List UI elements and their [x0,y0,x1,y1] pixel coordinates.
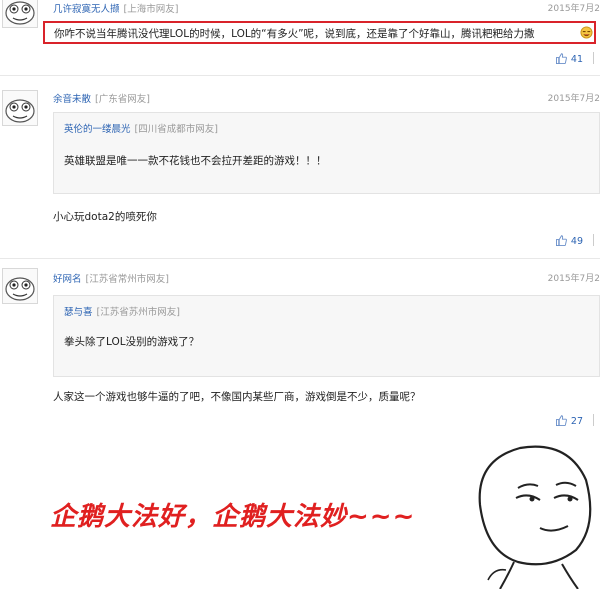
comment-date: 2015年7月2 [547,274,600,284]
divider-mark [593,52,594,64]
highlight-box: 你咋不说当年腾讯没代理LOL的时候，LOL的“有多火”呢，说到底，还是靠了个好靠… [43,21,596,44]
avatar[interactable] [2,268,38,304]
comment-divider [0,258,600,259]
meme-face-icon [478,445,592,589]
user-location: [江苏省常州市网友] [85,274,169,285]
comment-2: 余音未散 [广东省网友] 2015年7月2 英伦的一缕晨光 [四川省成都市网友] 英… [0,88,600,258]
quoted-comment: 瑟与喜 [江苏省苏州市网友] 拳头除了LOL没别的游戏了？ [53,295,600,377]
comment-date: 2015年7月2 [547,4,600,14]
meme-caption: 企鹅大法好，企鹅大法妙~~~ [50,502,416,532]
comment-divider [0,75,600,76]
comment-username[interactable]: 余音未散 [广东省网友] [53,91,150,105]
comment-text: 小心玩dota2的喷死你 [53,211,157,223]
user-location: [四川省成都市网友] [134,124,218,135]
like-button[interactable]: 41 [555,52,594,65]
comment-text: 人家这一个游戏也够牛逼的了吧，不像国内某些厂商，游戏倒是不少，质量呢？ [53,391,421,403]
like-count: 27 [570,416,583,427]
quote-username[interactable]: 英伦的一缕晨光 [四川省成都市网友] [64,121,218,135]
username[interactable]: 好网名 [53,274,82,285]
emoji-icon [580,26,593,39]
avatar-face-icon [5,277,35,301]
user-location: [江苏省苏州市网友] [96,307,180,318]
username[interactable]: 瑟与喜 [64,307,93,318]
divider-mark [593,414,594,426]
quoted-comment: 英伦的一缕晨光 [四川省成都市网友] 英雄联盟是唯一一款不花钱也不会拉开差距的游戏… [53,112,600,194]
like-button[interactable]: 49 [555,234,594,247]
avatar-face-icon [5,1,35,25]
comment-date: 2015年7月2 [547,94,600,104]
quote-text: 英雄联盟是唯一一款不花钱也不会拉开差距的游戏！！！ [64,155,327,167]
like-count: 41 [570,54,583,65]
avatar[interactable] [2,0,38,28]
comment-1: 几许寂寞无人撷 [上海市网友] 2015年7月2 你咋不说当年腾讯没代理LOL的时… [0,0,600,75]
comment-text: 你咋不说当年腾讯没代理LOL的时候，LOL的“有多火”呢，说到底，还是靠了个好靠… [54,28,535,40]
like-count: 49 [570,236,583,247]
thumbs-up-icon [555,53,567,64]
thumbs-up-icon [555,235,567,246]
user-location: [上海市网友] [123,4,179,15]
divider-mark [593,234,594,246]
quote-text: 拳头除了LOL没别的游戏了？ [64,336,200,348]
like-button[interactable]: 27 [555,414,594,427]
comment-username[interactable]: 几许寂寞无人撷 [上海市网友] [53,1,178,15]
comment-username[interactable]: 好网名 [江苏省常州市网友] [53,271,169,285]
thumbs-up-icon [555,415,567,426]
username[interactable]: 英伦的一缕晨光 [64,124,131,135]
quote-username[interactable]: 瑟与喜 [江苏省苏州市网友] [64,304,180,318]
avatar-face-icon [5,99,35,123]
username[interactable]: 几许寂寞无人撷 [53,4,120,15]
avatar[interactable] [2,90,38,126]
comment-3: 好网名 [江苏省常州市网友] 2015年7月2 瑟与喜 [江苏省苏州市网友] 拳头除… [0,268,600,438]
user-location: [广东省网友] [95,94,150,105]
username[interactable]: 余音未散 [53,94,91,105]
